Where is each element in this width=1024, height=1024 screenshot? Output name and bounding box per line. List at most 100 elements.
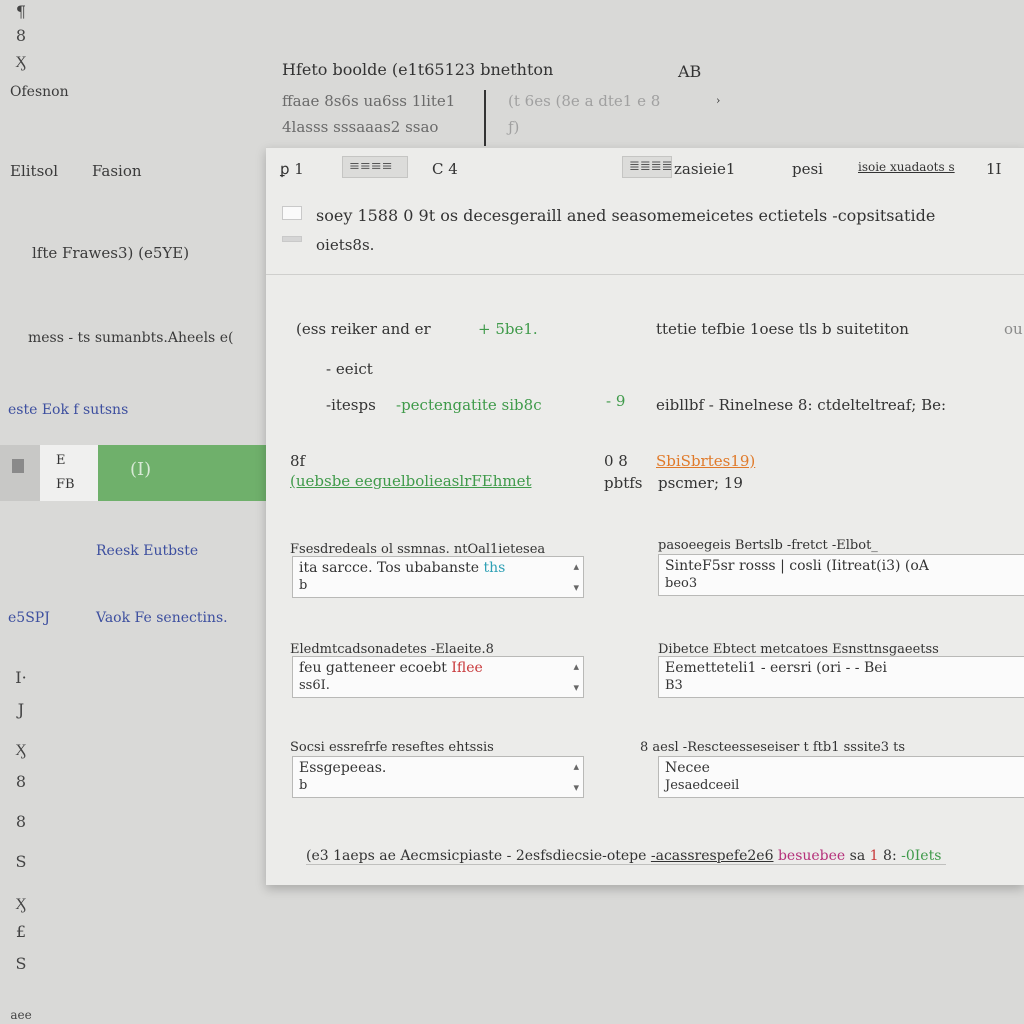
field-3-accent: Iflee xyxy=(451,660,483,676)
rail-glyph-8[interactable]: £ xyxy=(10,922,32,941)
body-row-4-c: 0 8 xyxy=(604,452,628,470)
pane-link-3[interactable]: Vaok Fe senectins. xyxy=(96,610,228,626)
row-mini-2: FB xyxy=(56,477,75,492)
chevron-up-icon[interactable]: ▴ xyxy=(573,760,579,773)
footer-b[interactable]: -acassrespefe2e6 xyxy=(651,848,774,864)
text-field-6[interactable]: Necee Jesaedceeil xyxy=(658,756,1024,798)
left-pane: ¶ 8 Ӽ Ofesnon Elitsol Fasion lfte Frawes… xyxy=(0,0,266,1024)
tab-elitsol[interactable]: Elitsol xyxy=(10,162,58,180)
field-label-5: Socsi essrefrfe reseftes ehtssis xyxy=(290,740,494,755)
text-field-1[interactable]: ita sarcce. Tos ubabanste ths b ▴ ▾ xyxy=(292,556,584,598)
field-label-3: Eledmtcadsonadetes -Elaeite.8 xyxy=(290,642,494,657)
row-handle xyxy=(0,445,40,501)
field-5-line2: b xyxy=(299,778,308,793)
rail-glyph-9[interactable]: S xyxy=(10,954,32,973)
chevron-down-icon[interactable]: ▾ xyxy=(573,581,579,594)
pane-link-2[interactable]: Reesk Eutbste xyxy=(96,543,198,559)
field-5-value: Essgepeeas. xyxy=(299,760,387,776)
rail-glyph-2[interactable]: J xyxy=(10,700,32,719)
chevron-down-icon[interactable]: ▾ xyxy=(573,781,579,794)
tab-fasion[interactable]: Fasion xyxy=(92,162,142,180)
body-row-5-a: pbtfs xyxy=(604,474,643,492)
field-3-value: feu gatteneer ecoebt xyxy=(299,660,447,676)
dialog-description: soey 1588 0 9t os decesgeraill aned seas… xyxy=(316,206,936,225)
footer-divider xyxy=(306,864,946,865)
field-label-1: Fsesdredeals ol ssmnas. ntOal1ietesea xyxy=(290,542,546,557)
body-row-4-a: 8f xyxy=(290,452,306,470)
header-sub-1: ffaae 8s6s ua6ss 1lite1 xyxy=(282,92,456,110)
body-row-4-d[interactable]: SbiSbrtes19) xyxy=(656,452,755,470)
footer-f: 8: xyxy=(883,848,897,864)
lines-icon xyxy=(282,236,302,242)
body-row-1-b[interactable]: + 5be1. xyxy=(478,320,538,338)
text-field-2[interactable]: SinteF5sr rosss | cosli (Iitreat(i3) (oA… xyxy=(658,554,1024,596)
close-icon[interactable]: Ӽ xyxy=(10,740,32,760)
title-text: Hfeto boolde (e1t65123 bnethton xyxy=(282,60,554,79)
toolbar-label: zasieie1 xyxy=(674,160,736,178)
field-label-4: Dibetce Ebtect metcatoes Esnsttnsgaeetss xyxy=(658,642,939,657)
pin-icon[interactable]: ¶ xyxy=(10,2,32,21)
toolbar-button-2[interactable]: ≣≣≣≣ xyxy=(622,156,673,178)
chevron-up-icon[interactable]: ▴ xyxy=(573,660,579,673)
field-label-2: pasoeegeis Bertslb -fretct -Elbot_ xyxy=(658,538,878,553)
window-title: Hfeto boolde (e1t65123 bnethton xyxy=(282,60,742,79)
body-row-4-b[interactable]: (uebsbe eeguelbolieaslrFEhmet xyxy=(290,472,532,490)
footer-g[interactable]: -0Iets xyxy=(901,848,941,864)
body-row-5-b: pscmer; 19 xyxy=(658,474,743,492)
header-sub-2b: ƒ) xyxy=(508,118,520,136)
field-1-line2: b xyxy=(299,578,308,593)
body-row-2: - eeict xyxy=(326,360,373,378)
pane-line: mess - ts sumanbts.Aheels e( xyxy=(28,330,234,346)
toolbar-left[interactable]: ꝑ 1 xyxy=(280,160,304,178)
toolbar-button-1[interactable]: ≡≡≡≡ xyxy=(342,156,408,178)
ampersand-icon[interactable]: 8 xyxy=(10,26,32,45)
toolbar-mid[interactable]: C 4 xyxy=(432,160,458,178)
row-mini-1: E xyxy=(56,453,66,468)
row-chip xyxy=(40,445,98,501)
field-label-6: 8 aesl -Rescteesseseiser t ftb1 sssite3 … xyxy=(640,740,906,755)
header-sub-2: 4lasss sssaaas2 ssao xyxy=(282,118,439,136)
pane-link[interactable]: este Eok f sutsns xyxy=(8,402,128,418)
chevron-down-icon[interactable]: ▾ xyxy=(573,681,579,694)
dialog: ꝑ 1 ≡≡≡≡ C 4 ≣≣≣≣ zasieie1 pesi isoie xu… xyxy=(266,147,1024,885)
rail-glyph-4[interactable]: 8 xyxy=(10,772,32,791)
text-field-5[interactable]: Essgepeeas. b ▴ ▾ xyxy=(292,756,584,798)
rail-glyph-5[interactable]: 8 xyxy=(10,812,32,831)
document-icon xyxy=(282,206,302,220)
field-2-value: SinteF5sr rosss | cosli (Iitreat(i3) (oA xyxy=(665,558,929,574)
field-6-value: Necee xyxy=(665,760,710,776)
body-row-3-c: - 9 xyxy=(606,392,626,410)
rail-glyph-6[interactable]: S xyxy=(10,852,32,871)
close-icon[interactable]: Ӽ xyxy=(10,52,32,72)
row-square-icon xyxy=(12,459,24,473)
toolbar-num: 1I xyxy=(986,160,1002,178)
rail-glyph-1[interactable]: I· xyxy=(10,668,32,687)
rail-glyph-10: aee xyxy=(10,1008,32,1022)
text-field-3[interactable]: feu gatteneer ecoebt Iflee ss6I. ▴ ▾ xyxy=(292,656,584,698)
field-1-accent: ths xyxy=(483,560,506,576)
body-row-1-d: ou xyxy=(1004,320,1023,338)
field-2-line2: beo3 xyxy=(665,576,698,591)
close-icon[interactable]: Ӽ xyxy=(10,894,32,914)
field-4-line2: B3 xyxy=(665,678,683,693)
body-row-1-c: ttetie tefbie 1oese tls b suitetiton xyxy=(656,320,909,338)
text-caret xyxy=(484,90,486,146)
selected-row[interactable]: E FB (I) xyxy=(0,445,266,501)
text-field-4[interactable]: Eemetteteli1 - eersri (ori - - Bei B3 xyxy=(658,656,1024,698)
dialog-description-2: oiets8s. xyxy=(316,236,375,254)
rail-label: Ofesnon xyxy=(10,84,69,100)
dialog-toolbar: ꝑ 1 ≡≡≡≡ C 4 ≣≣≣≣ zasieie1 pesi isoie xu… xyxy=(266,148,1024,188)
footer-c[interactable]: besuebee xyxy=(778,848,845,864)
field-3-line2: ss6I. xyxy=(299,678,330,693)
field-4-value: Eemetteteli1 - eersri (ori - - Bei xyxy=(665,660,887,676)
toolbar-right[interactable]: isoie xuadaots s xyxy=(858,160,955,174)
field-1-value: ita sarcce. Tos ubabanste xyxy=(299,560,480,576)
body-row-3-a: -itesps xyxy=(326,396,376,414)
body-row-3-b[interactable]: -pectengatite sib8c xyxy=(396,396,542,414)
title-aside: AB xyxy=(678,62,702,81)
footer-e: 1 xyxy=(869,848,879,864)
chevron-up-icon[interactable]: ▴ xyxy=(573,560,579,573)
toolbar-peer[interactable]: pesi xyxy=(792,160,823,178)
row-value: (I) xyxy=(130,459,152,480)
footer-a: (e3 1aeps ae Aecmsicpiaste - 2esfsdiecsi… xyxy=(306,848,647,864)
